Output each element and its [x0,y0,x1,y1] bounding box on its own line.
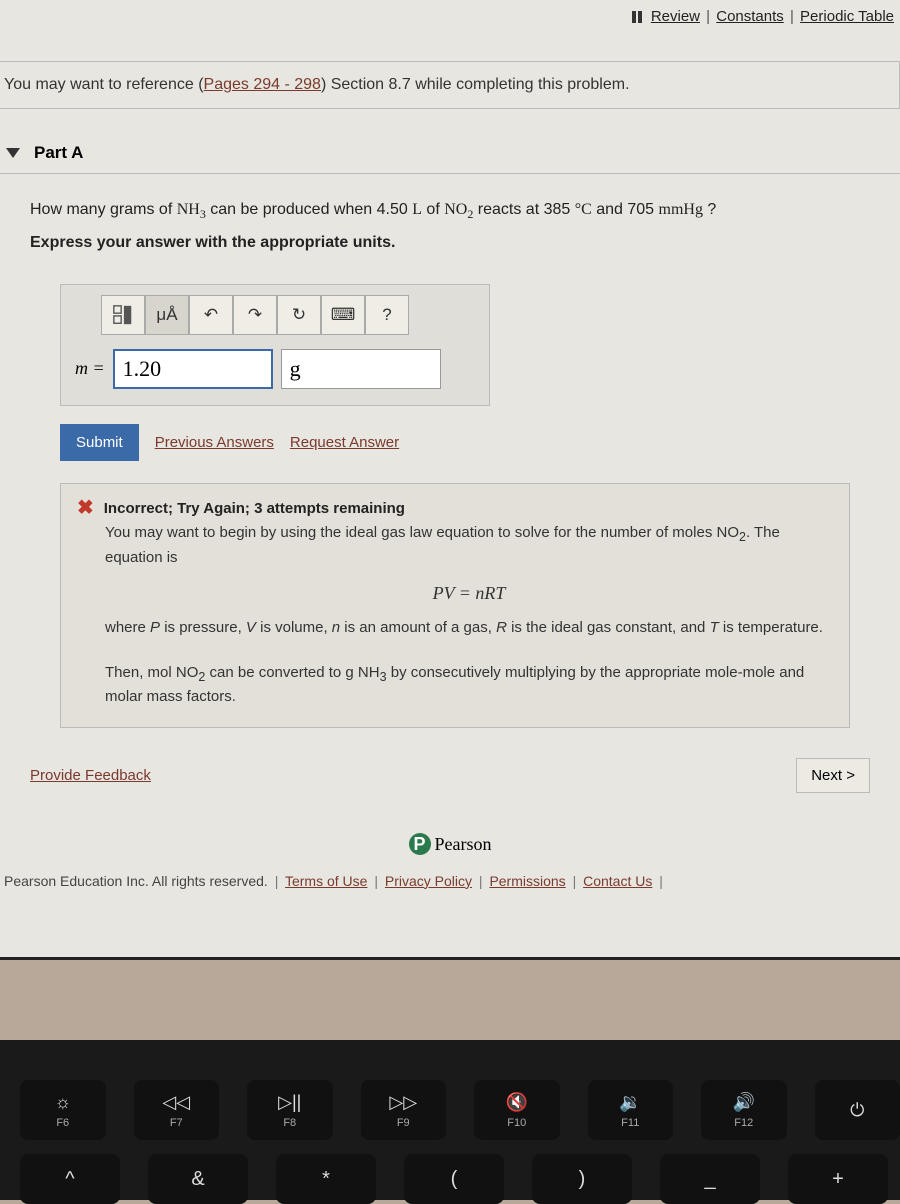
reference-hint: You may want to reference (Pages 294 - 2… [0,61,900,109]
key-f9: ▷▷F9 [361,1080,447,1140]
unit-input[interactable] [281,349,441,389]
pages-link[interactable]: Pages 294 - 298 [204,76,321,93]
answer-instruction: Express your answer with the appropriate… [30,229,880,256]
reset-button[interactable]: ↻ [277,295,321,335]
key-char: * [276,1154,376,1204]
key-f8: ▷||F8 [247,1080,333,1140]
contact-link[interactable]: Contact Us [583,873,652,889]
key-char: ^ [20,1154,120,1204]
key-f11: 🔉F11 [588,1080,674,1140]
next-button[interactable]: Next > [796,758,870,793]
terms-link[interactable]: Terms of Use [285,873,367,889]
feedback-panel: ✖ Incorrect; Try Again; 3 attempts remai… [60,483,850,728]
pause-icon [632,11,644,23]
key-char: + [788,1154,888,1204]
chevron-down-icon [6,148,20,158]
incorrect-icon: ✖ [77,498,94,518]
top-nav: Review | Constants | Periodic Table [0,0,900,31]
equation-toolbar: μÅ ↶ ↷ ↻ ⌨ ? [101,295,479,335]
physical-keyboard: ☼F6◁◁F7▷||F8▷▷F9🔇F10🔉F11🔊F12⏻ ^&*()_+ [0,1040,900,1200]
ideal-gas-equation: PV = nRT [105,580,833,607]
key-f10: 🔇F10 [474,1080,560,1140]
key-power: ⏻ [815,1080,900,1140]
request-answer-link[interactable]: Request Answer [290,434,399,451]
keyboard-button[interactable]: ⌨ [321,295,365,335]
undo-button[interactable]: ↶ [189,295,233,335]
key-char: ( [404,1154,504,1204]
provide-feedback-link[interactable]: Provide Feedback [30,767,151,784]
permissions-link[interactable]: Permissions [489,873,565,889]
answer-panel: μÅ ↶ ↷ ↻ ⌨ ? m = [60,284,490,406]
feedback-title: Incorrect; Try Again; 3 attempts remaini… [104,498,405,521]
value-input[interactable] [113,349,273,389]
review-link[interactable]: Review [651,8,700,25]
templates-button[interactable] [101,295,145,335]
key-char: _ [660,1154,760,1204]
footer: Pearson Education Inc. All rights reserv… [0,873,900,889]
part-header[interactable]: Part A [0,129,900,174]
help-button[interactable]: ? [365,295,409,335]
redo-button[interactable]: ↷ [233,295,277,335]
privacy-link[interactable]: Privacy Policy [385,873,472,889]
constants-link[interactable]: Constants [716,8,784,25]
part-title: Part A [34,143,83,163]
variable-label: m = [75,358,105,379]
submit-button[interactable]: Submit [60,424,139,461]
key-f12: 🔊F12 [701,1080,787,1140]
periodic-table-link[interactable]: Periodic Table [800,8,894,25]
copyright-text: Pearson Education Inc. All rights reserv… [4,873,268,889]
pearson-p-icon: P [409,833,431,855]
units-button[interactable]: μÅ [145,295,189,335]
key-f7: ◁◁F7 [134,1080,220,1140]
key-char: & [148,1154,248,1204]
pearson-logo: PPearson [0,833,900,855]
key-f6: ☼F6 [20,1080,106,1140]
question-text: How many grams of NH3 can be produced wh… [0,174,900,266]
key-char: ) [532,1154,632,1204]
previous-answers-link[interactable]: Previous Answers [155,434,274,451]
